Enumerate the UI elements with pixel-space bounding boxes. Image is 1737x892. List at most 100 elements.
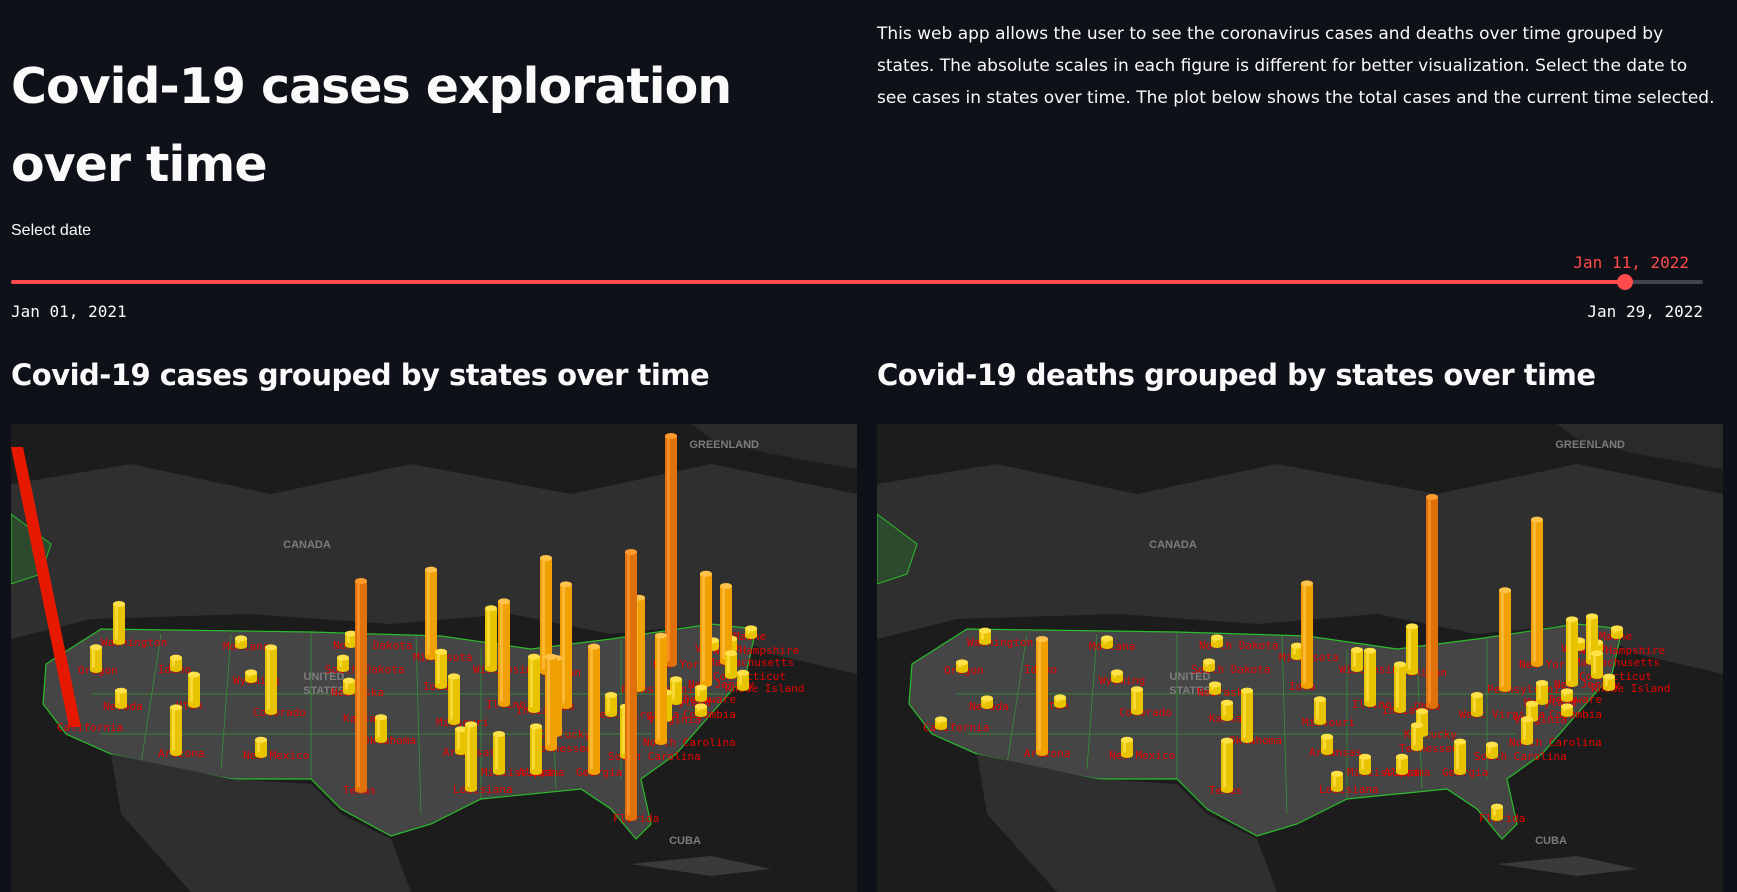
- state-bar-highlight: [657, 635, 660, 742]
- state-bar[interactable]: [1396, 753, 1408, 775]
- state-bar-base: [1101, 643, 1113, 649]
- state-bar[interactable]: [1411, 722, 1423, 751]
- state-bar[interactable]: [981, 695, 993, 709]
- state-bar[interactable]: [1499, 587, 1511, 692]
- state-bar[interactable]: [528, 653, 540, 713]
- state-bar[interactable]: [1394, 661, 1406, 713]
- date-slider-thumb[interactable]: [1617, 274, 1634, 290]
- state-bar[interactable]: [545, 653, 557, 751]
- state-bar[interactable]: [605, 692, 617, 717]
- state-bar[interactable]: [979, 627, 991, 645]
- state-bar-highlight: [450, 676, 453, 722]
- state-bar[interactable]: [1331, 770, 1343, 792]
- state-bar[interactable]: [956, 659, 968, 673]
- state-bar[interactable]: [1491, 803, 1503, 821]
- state-bar[interactable]: [1364, 647, 1376, 707]
- state-bar-body: [1364, 650, 1376, 704]
- state-bar[interactable]: [90, 644, 102, 673]
- state-bar[interactable]: [1486, 741, 1498, 759]
- state-bar[interactable]: [695, 684, 707, 702]
- state-bar[interactable]: [265, 644, 277, 715]
- cases-map-canvas[interactable]: GREENLANDCANADAUNITEDSTATESCUBAWashingto…: [11, 424, 857, 892]
- state-bar[interactable]: [170, 654, 182, 672]
- state-bar[interactable]: [625, 549, 637, 821]
- state-bar[interactable]: [1221, 737, 1233, 793]
- state-bar[interactable]: [1121, 736, 1133, 758]
- state-bar[interactable]: [493, 731, 505, 775]
- state-bar[interactable]: [1471, 692, 1483, 717]
- state-bar[interactable]: [745, 625, 757, 639]
- state-bar-base: [343, 689, 355, 695]
- state-bar[interactable]: [1203, 658, 1215, 672]
- state-bar[interactable]: [1111, 669, 1123, 683]
- state-bar[interactable]: [1591, 650, 1603, 679]
- state-bar-highlight: [530, 656, 533, 710]
- state-bar[interactable]: [1561, 688, 1573, 702]
- state-bar-base: [1211, 642, 1223, 648]
- state-bar[interactable]: [1131, 686, 1143, 715]
- state-bar-cap: [1359, 753, 1371, 760]
- date-slider[interactable]: [11, 274, 1703, 290]
- state-bar[interactable]: [188, 671, 200, 708]
- state-bar[interactable]: [1241, 687, 1253, 743]
- state-bar[interactable]: [1351, 647, 1363, 672]
- state-bar[interactable]: [725, 650, 737, 679]
- state-bar[interactable]: [1521, 716, 1533, 745]
- state-bar[interactable]: [435, 648, 447, 689]
- state-bar-body: [1314, 699, 1326, 722]
- state-bar[interactable]: [355, 578, 367, 793]
- state-bar[interactable]: [1566, 616, 1578, 687]
- state-bar-highlight: [1243, 690, 1246, 740]
- deaths-map[interactable]: GREENLAND CANADA UNITED STATES CUBA Washingto…: [877, 424, 1723, 892]
- state-bar[interactable]: [588, 643, 600, 775]
- state-bar[interactable]: [375, 714, 387, 743]
- state-bar[interactable]: [255, 736, 267, 758]
- state-bar[interactable]: [1301, 580, 1313, 689]
- state-bar[interactable]: [1211, 634, 1223, 648]
- state-bar[interactable]: [737, 669, 749, 691]
- state-bar[interactable]: [1603, 673, 1615, 691]
- state-bar-highlight: [590, 646, 593, 772]
- state-bar-base: [465, 786, 477, 792]
- state-bar[interactable]: [1036, 636, 1048, 756]
- state-bar[interactable]: [115, 687, 127, 709]
- state-bar[interactable]: [935, 716, 947, 730]
- state-bar[interactable]: [1359, 753, 1371, 775]
- state-bar[interactable]: [700, 570, 712, 687]
- state-bar[interactable]: [530, 723, 542, 775]
- state-bar[interactable]: [1321, 733, 1333, 755]
- state-bar[interactable]: [245, 669, 257, 683]
- state-bar[interactable]: [1531, 516, 1543, 667]
- state-bar[interactable]: [1426, 494, 1438, 709]
- state-bar[interactable]: [170, 704, 182, 756]
- cases-map[interactable]: GREENLAND CANADA UNITED STATES CUBA Washingto…: [11, 424, 857, 892]
- state-bar[interactable]: [337, 654, 349, 672]
- deaths-map-canvas[interactable]: GREENLANDCANADAUNITEDSTATESCUBAWashingto…: [877, 424, 1723, 892]
- state-bar[interactable]: [1561, 703, 1573, 717]
- state-bar[interactable]: [665, 433, 677, 667]
- state-bar[interactable]: [425, 566, 437, 660]
- state-bar[interactable]: [465, 721, 477, 792]
- state-bar[interactable]: [498, 598, 510, 707]
- state-bar[interactable]: [1054, 694, 1066, 708]
- state-bar-cap: [1426, 494, 1438, 500]
- state-bar-cap: [1054, 694, 1066, 701]
- state-bar-highlight: [92, 647, 95, 670]
- state-bar[interactable]: [1454, 738, 1466, 775]
- state-bar[interactable]: [448, 673, 460, 725]
- state-bar-body: [493, 734, 505, 772]
- state-bar[interactable]: [343, 677, 355, 695]
- state-bar[interactable]: [1611, 625, 1623, 639]
- state-bar[interactable]: [485, 605, 497, 672]
- state-bar[interactable]: [235, 635, 247, 649]
- state-bar[interactable]: [695, 703, 707, 717]
- state-bar[interactable]: [113, 601, 125, 645]
- state-bar[interactable]: [655, 632, 667, 745]
- state-bar[interactable]: [1406, 623, 1418, 675]
- state-bar[interactable]: [1314, 696, 1326, 725]
- state-bar[interactable]: [1221, 699, 1233, 721]
- state-bar[interactable]: [1101, 635, 1113, 649]
- state-bar[interactable]: [1209, 681, 1221, 695]
- state-bar-highlight: [532, 726, 535, 772]
- state-bar[interactable]: [1536, 680, 1548, 705]
